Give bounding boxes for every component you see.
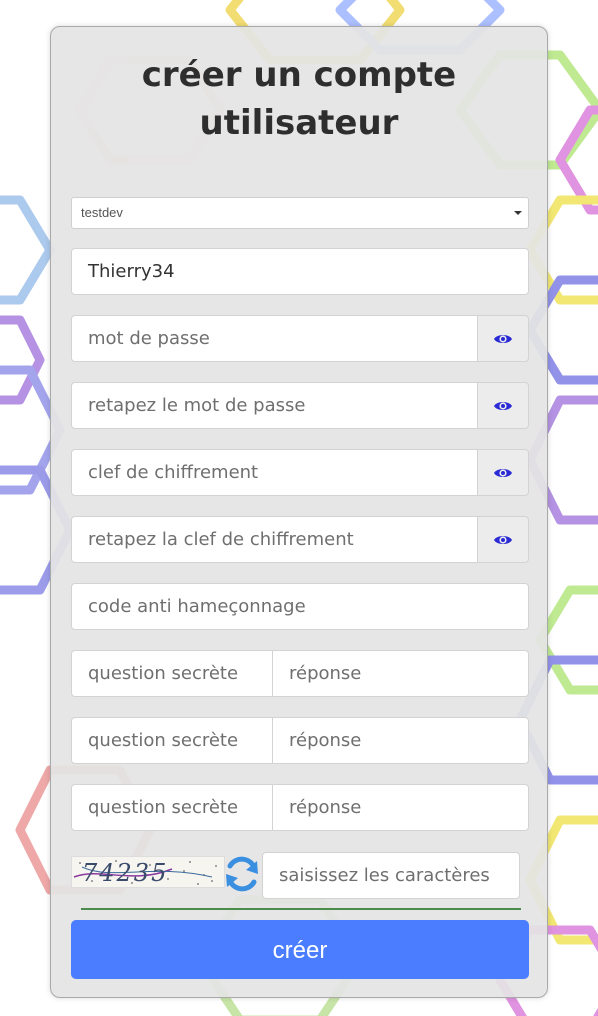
create-account-form: créer un compte utilisateur testdev Thie… <box>50 26 548 998</box>
encryption-key-input[interactable]: clef de chiffrement <box>71 449 478 496</box>
security-answer-2-input[interactable]: réponse <box>272 717 529 764</box>
toggle-password-visibility-button[interactable] <box>477 315 529 362</box>
password-confirm-placeholder: retapez le mot de passe <box>88 395 306 416</box>
captcha-underline <box>81 908 521 910</box>
refresh-icon <box>226 856 258 892</box>
captcha-graphic: 74235 <box>73 859 217 887</box>
security-question-3-input[interactable]: question secrète <box>71 784 273 831</box>
refresh-captcha-button[interactable] <box>221 853 263 895</box>
create-button-label: créer <box>272 937 328 964</box>
password-placeholder: mot de passe <box>88 328 210 349</box>
eye-icon <box>494 401 512 410</box>
captcha-placeholder: saisissez les caractères <box>279 865 490 886</box>
encryption-key-confirm-input[interactable]: retapez la clef de chiffrement <box>71 516 478 563</box>
toggle-encryption-key-confirm-visibility-button[interactable] <box>477 516 529 563</box>
security-answer-3-input[interactable]: réponse <box>272 784 529 831</box>
security-answer-placeholder: réponse <box>289 730 362 751</box>
eye-icon <box>494 334 512 343</box>
eye-icon <box>494 468 512 477</box>
eye-icon <box>494 535 512 544</box>
security-question-placeholder: question secrète <box>88 730 239 751</box>
security-question-2-input[interactable]: question secrète <box>71 717 273 764</box>
security-question-1-input[interactable]: question secrète <box>71 650 273 697</box>
page-title: créer un compte utilisateur <box>51 51 547 147</box>
anti-phishing-code-input[interactable]: code anti hameçonnage <box>71 583 529 630</box>
domain-select[interactable]: testdev <box>71 197 529 229</box>
username-input[interactable]: Thierry34 <box>71 248 529 295</box>
captcha-text: 74235 <box>82 859 168 887</box>
domain-select-value: testdev <box>81 205 123 220</box>
security-question-placeholder: question secrète <box>88 663 239 684</box>
security-answer-placeholder: réponse <box>289 797 362 818</box>
toggle-encryption-key-visibility-button[interactable] <box>477 449 529 496</box>
username-value: Thierry34 <box>88 261 175 282</box>
create-button[interactable]: créer <box>71 920 529 979</box>
captcha-input[interactable]: saisissez les caractères <box>262 852 520 899</box>
password-input[interactable]: mot de passe <box>71 315 478 362</box>
encryption-key-placeholder: clef de chiffrement <box>88 462 259 483</box>
security-answer-1-input[interactable]: réponse <box>272 650 529 697</box>
toggle-password-confirm-visibility-button[interactable] <box>477 382 529 429</box>
security-answer-placeholder: réponse <box>289 663 362 684</box>
caret-down-icon <box>514 211 522 215</box>
anti-phishing-placeholder: code anti hameçonnage <box>88 596 306 617</box>
security-question-placeholder: question secrète <box>88 797 239 818</box>
page-title-text: créer un compte utilisateur <box>141 55 457 143</box>
password-confirm-input[interactable]: retapez le mot de passe <box>71 382 478 429</box>
captcha-image: 74235 <box>71 856 225 888</box>
encryption-key-confirm-placeholder: retapez la clef de chiffrement <box>88 529 354 550</box>
